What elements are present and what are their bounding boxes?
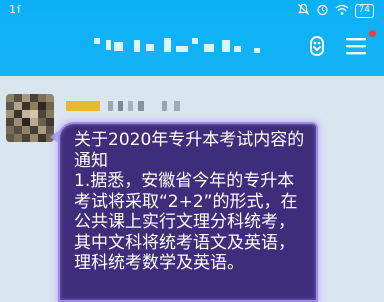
group-members-button[interactable]	[303, 34, 331, 62]
title-pixel	[134, 40, 140, 52]
title-pixel	[146, 44, 154, 51]
title-pixel	[222, 40, 230, 52]
sender-name-pixel	[128, 101, 133, 111]
alarm-icon	[316, 3, 329, 19]
title-pixel	[234, 46, 241, 52]
signal-indicator: 1ſ	[9, 3, 22, 16]
status-bar: 1ſ 74	[0, 0, 384, 22]
title-pixel	[192, 38, 198, 44]
sender-name-pixel	[108, 101, 113, 111]
title-pixel	[204, 44, 214, 52]
sender-name-pixel	[138, 101, 144, 111]
title-pixel	[114, 42, 123, 51]
sender-name-pixel	[162, 101, 167, 111]
menu-button[interactable]	[342, 34, 370, 62]
menu-icon	[346, 37, 366, 59]
title-pixel	[106, 40, 111, 50]
title-pixel	[94, 38, 100, 44]
sender-name	[66, 101, 196, 113]
app-header: 1ſ 74	[0, 0, 384, 76]
message-text: 关于2020年专升本考试内容的通知 1.据悉，安徽省今年的专升本考试将采取“2+…	[74, 130, 305, 273]
sender-name-pixel	[66, 101, 100, 111]
wifi-icon	[335, 4, 349, 19]
title-pixel	[176, 46, 188, 52]
message-bubble[interactable]: 关于2020年专升本考试内容的通知 1.据悉，安徽省今年的专升本考试将采取“2+…	[58, 122, 318, 302]
title-pixel	[254, 48, 260, 53]
notification-dot	[369, 30, 376, 37]
group-members-icon	[305, 34, 329, 62]
battery-icon: 74	[354, 4, 374, 18]
status-icons: 74	[297, 3, 374, 19]
title-pixel	[164, 38, 171, 52]
sender-name-pixel	[174, 101, 180, 111]
sender-name-pixel	[118, 101, 123, 111]
page-title	[84, 34, 284, 56]
avatar[interactable]	[6, 94, 54, 142]
bell-slash-icon	[297, 3, 310, 19]
